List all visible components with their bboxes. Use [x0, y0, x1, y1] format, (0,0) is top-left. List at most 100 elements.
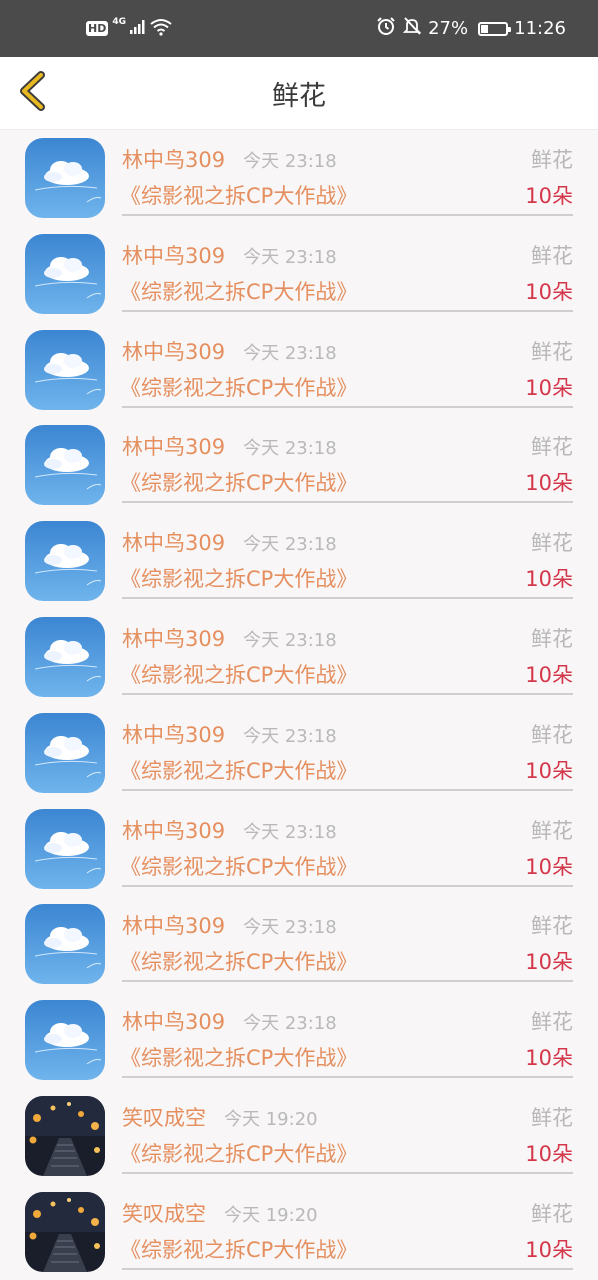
- list-item[interactable]: 林中鸟309 今天 23:18 鲜花 《综影视之拆CP大作战》 10朵: [0, 226, 598, 322]
- status-left: HD 4G: [86, 0, 172, 57]
- list-item[interactable]: 林中鸟309 今天 23:18 鲜花 《综影视之拆CP大作战》 10朵: [0, 705, 598, 801]
- book-title[interactable]: 《综影视之拆CP大作战》: [120, 180, 357, 210]
- book-title[interactable]: 《综影视之拆CP大作战》: [120, 563, 357, 593]
- gift-count: 10朵: [525, 471, 573, 496]
- avatar[interactable]: [25, 521, 105, 602]
- user-name[interactable]: 笑叹成空: [122, 1202, 206, 1226]
- divider: [122, 501, 573, 504]
- avatar[interactable]: [25, 904, 105, 985]
- book-title[interactable]: 《综影视之拆CP大作战》: [120, 946, 357, 976]
- user-name[interactable]: 林中鸟309: [122, 148, 225, 172]
- book-title[interactable]: 《综影视之拆CP大作战》: [120, 372, 357, 402]
- cloud-sky-image: [25, 329, 105, 410]
- avatar[interactable]: [25, 616, 105, 697]
- gift-type: 鲜花: [531, 626, 573, 651]
- list-item[interactable]: 林中鸟309 今天 23:18 鲜花 《综影视之拆CP大作战》 10朵: [0, 322, 598, 418]
- user-name[interactable]: 林中鸟309: [122, 819, 225, 843]
- list-item[interactable]: 林中鸟309 今天 23:18 鲜花 《综影视之拆CP大作战》 10朵: [0, 130, 598, 226]
- user-name[interactable]: 林中鸟309: [122, 340, 225, 364]
- gift-count: 10朵: [525, 662, 573, 687]
- cloud-sky-image: [25, 233, 105, 314]
- avatar[interactable]: [25, 1191, 105, 1272]
- timestamp: 今天 23:18: [243, 821, 337, 843]
- user-line: 林中鸟309 今天 23:18: [122, 144, 337, 174]
- book-title[interactable]: 《综影视之拆CP大作战》: [120, 659, 357, 689]
- timestamp: 今天 23:18: [243, 725, 337, 747]
- timestamp: 今天 23:18: [243, 534, 337, 556]
- user-line: 林中鸟309 今天 23:18: [122, 240, 337, 270]
- list-item[interactable]: 林中鸟309 今天 23:18 鲜花 《综影视之拆CP大作战》 10朵: [0, 801, 598, 897]
- book-title[interactable]: 《综影视之拆CP大作战》: [120, 755, 357, 785]
- book-title[interactable]: 《综影视之拆CP大作战》: [120, 1138, 357, 1168]
- list-item[interactable]: 林中鸟309 今天 23:18 鲜花 《综影视之拆CP大作战》 10朵: [0, 992, 598, 1088]
- book-title[interactable]: 《综影视之拆CP大作战》: [120, 1042, 357, 1072]
- battery-icon: [478, 21, 512, 36]
- clock: 11:26: [514, 18, 566, 39]
- user-name[interactable]: 林中鸟309: [122, 244, 225, 268]
- cloud-sky-image: [25, 138, 105, 218]
- list-item[interactable]: 林中鸟309 今天 23:18 鲜花 《综影视之拆CP大作战》 10朵: [0, 417, 598, 513]
- book-title[interactable]: 《综影视之拆CP大作战》: [120, 851, 357, 881]
- book-title[interactable]: 《综影视之拆CP大作战》: [120, 467, 357, 497]
- book-title[interactable]: 《综影视之拆CP大作战》: [120, 276, 357, 306]
- user-line: 林中鸟309 今天 23:18: [122, 527, 337, 557]
- gift-type: 鲜花: [531, 1010, 573, 1035]
- cloud-sky-image: [25, 521, 105, 602]
- gift-type: 鲜花: [531, 1201, 573, 1226]
- user-name[interactable]: 林中鸟309: [122, 627, 225, 651]
- timestamp: 今天 23:18: [243, 917, 337, 939]
- network-type: 4G: [112, 17, 126, 27]
- user-name[interactable]: 林中鸟309: [122, 531, 225, 555]
- gift-type: 鲜花: [531, 435, 573, 460]
- list-item[interactable]: 林中鸟309 今天 23:18 鲜花 《综影视之拆CP大作战》 10朵: [0, 609, 598, 705]
- status-bar: HD 4G 27% 11:26: [0, 0, 598, 57]
- gift-count: 10朵: [525, 758, 573, 783]
- avatar[interactable]: [25, 1095, 105, 1176]
- user-name[interactable]: 林中鸟309: [122, 914, 225, 938]
- alarm-icon: [376, 16, 396, 41]
- gift-record-list: 林中鸟309 今天 23:18 鲜花 《综影视之拆CP大作战》 10朵 林中鸟30…: [0, 130, 598, 1280]
- user-line: 林中鸟309 今天 23:18: [122, 910, 337, 940]
- list-item[interactable]: 笑叹成空 今天 19:20 鲜花 《综影视之拆CP大作战》 10朵: [0, 1088, 598, 1184]
- status-right: 27% 11:26: [376, 0, 566, 57]
- timestamp: 今天 19:20: [224, 1204, 318, 1226]
- avatar[interactable]: [25, 233, 105, 314]
- list-item[interactable]: 林中鸟309 今天 23:18 鲜花 《综影视之拆CP大作战》 10朵: [0, 513, 598, 609]
- avatar[interactable]: [25, 808, 105, 889]
- user-name[interactable]: 林中鸟309: [122, 435, 225, 459]
- user-line: 林中鸟309 今天 23:18: [122, 1006, 337, 1036]
- avatar[interactable]: [25, 138, 105, 218]
- avatar[interactable]: [25, 712, 105, 793]
- divider: [122, 309, 573, 312]
- user-line: 林中鸟309 今天 23:18: [122, 719, 337, 749]
- user-line: 林中鸟309 今天 23:18: [122, 431, 337, 461]
- wifi-icon: [150, 18, 172, 40]
- user-line: 林中鸟309 今天 23:18: [122, 336, 337, 366]
- list-item[interactable]: 笑叹成空 今天 19:20 鲜花 《综影视之拆CP大作战》 10朵: [0, 1184, 598, 1280]
- book-title[interactable]: 《综影视之拆CP大作战》: [120, 1234, 357, 1264]
- avatar[interactable]: [25, 329, 105, 410]
- hd-badge: HD: [86, 21, 109, 36]
- cloud-sky-image: [25, 808, 105, 889]
- cloud-sky-image: [25, 616, 105, 697]
- user-name[interactable]: 林中鸟309: [122, 723, 225, 747]
- list-item[interactable]: 林中鸟309 今天 23:18 鲜花 《综影视之拆CP大作战》 10朵: [0, 896, 598, 992]
- avatar[interactable]: [25, 425, 105, 506]
- gift-type: 鲜花: [531, 722, 573, 747]
- gift-count: 10朵: [525, 279, 573, 304]
- cloud-sky-image: [25, 712, 105, 793]
- divider: [122, 692, 573, 695]
- user-name[interactable]: 林中鸟309: [122, 1010, 225, 1034]
- timestamp: 今天 23:18: [243, 151, 337, 172]
- divider: [122, 884, 573, 887]
- gift-type: 鲜花: [531, 243, 573, 268]
- avatar[interactable]: [25, 1000, 105, 1081]
- mute-bell-icon: [402, 16, 422, 41]
- divider: [122, 1267, 573, 1270]
- divider: [122, 1076, 573, 1079]
- gift-count: 10朵: [525, 950, 573, 975]
- user-name[interactable]: 笑叹成空: [122, 1106, 206, 1130]
- gift-type: 鲜花: [531, 531, 573, 556]
- page-title: 鲜花: [272, 80, 326, 112]
- user-line: 笑叹成空 今天 19:20: [122, 1102, 318, 1132]
